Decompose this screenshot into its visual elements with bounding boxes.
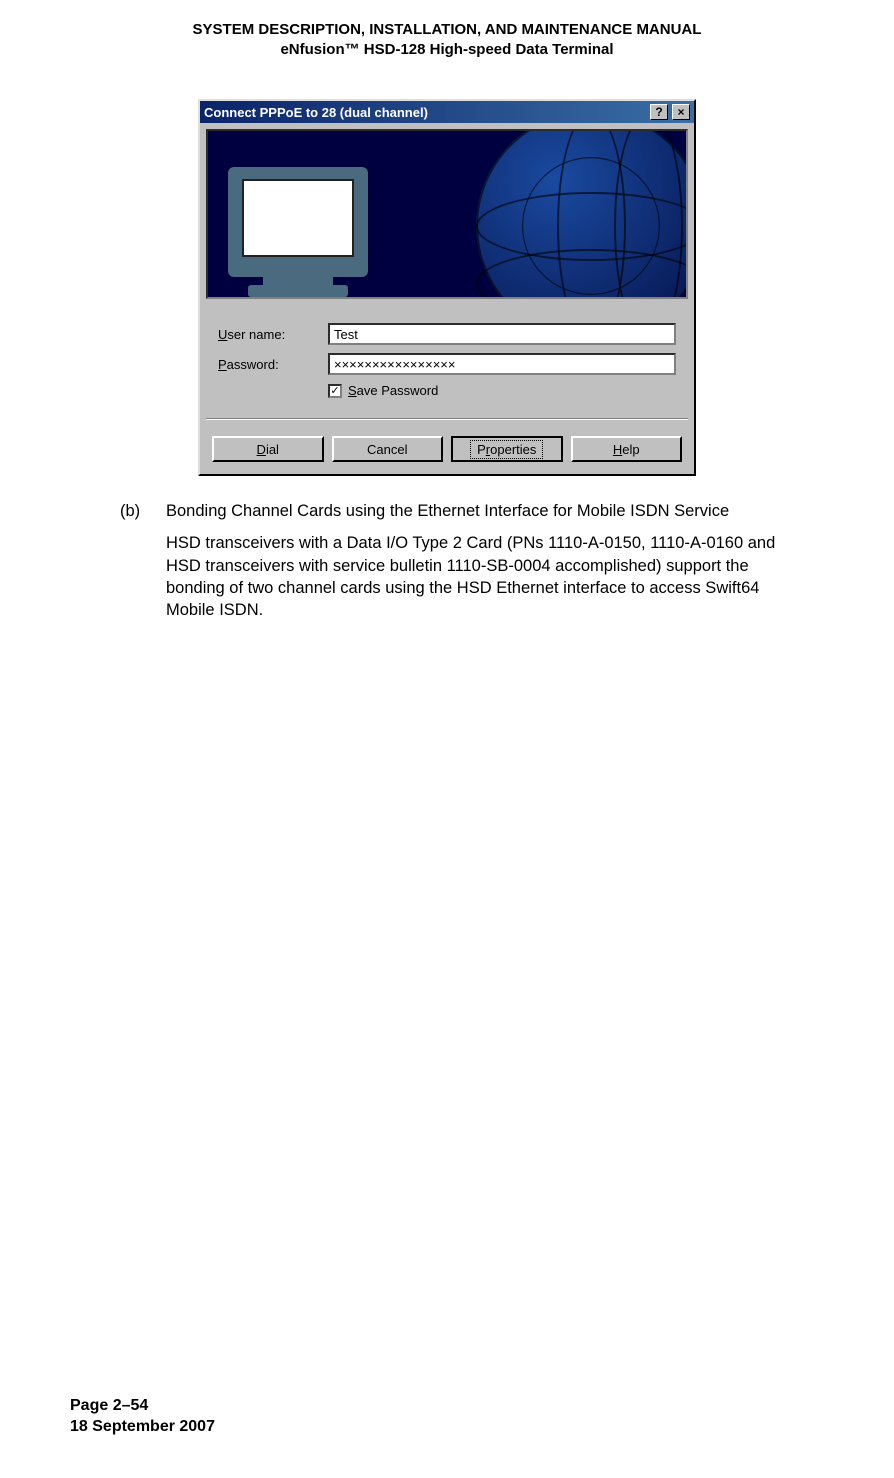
body-text: (b) Bonding Channel Cards using the Ethe… bbox=[120, 500, 799, 631]
dialog-form: User name: Password: ✓ Save Password bbox=[200, 309, 694, 408]
globe-icon bbox=[476, 129, 688, 299]
dialog-titlebar: Connect PPPoE to 28 (dual channel) ? × bbox=[200, 101, 694, 123]
monitor-icon bbox=[218, 147, 388, 297]
close-icon[interactable]: × bbox=[672, 104, 690, 120]
dialog-title: Connect PPPoE to 28 (dual channel) bbox=[204, 105, 646, 120]
help-button[interactable]: Help bbox=[571, 436, 683, 462]
page-footer: Page 2–54 18 September 2007 bbox=[70, 1396, 215, 1438]
section-title: Bonding Channel Cards using the Ethernet… bbox=[166, 500, 799, 522]
dial-button[interactable]: Dial bbox=[212, 436, 324, 462]
save-password-checkbox[interactable]: ✓ bbox=[328, 384, 342, 398]
password-label: Password: bbox=[218, 357, 318, 372]
cancel-button[interactable]: Cancel bbox=[332, 436, 444, 462]
document-header: SYSTEM DESCRIPTION, INSTALLATION, AND MA… bbox=[70, 20, 824, 59]
save-password-label: Save Password bbox=[348, 383, 438, 398]
connect-dialog: Connect PPPoE to 28 (dual channel) ? × U… bbox=[198, 99, 696, 476]
section-label: (b) bbox=[120, 500, 148, 631]
dialog-divider bbox=[206, 418, 688, 420]
dialog-hero-image bbox=[206, 129, 688, 299]
properties-button[interactable]: Properties bbox=[451, 436, 563, 462]
header-line1: SYSTEM DESCRIPTION, INSTALLATION, AND MA… bbox=[70, 20, 824, 40]
footer-page: Page 2–54 bbox=[70, 1396, 215, 1417]
dialog-button-row: Dial Cancel Properties Help bbox=[200, 430, 694, 474]
help-icon[interactable]: ? bbox=[650, 104, 668, 120]
footer-date: 18 September 2007 bbox=[70, 1417, 215, 1438]
dialog-figure: Connect PPPoE to 28 (dual channel) ? × U… bbox=[70, 99, 824, 476]
section-paragraph: HSD transceivers with a Data I/O Type 2 … bbox=[166, 532, 799, 621]
username-label: User name: bbox=[218, 327, 318, 342]
password-input[interactable] bbox=[328, 353, 676, 375]
header-line2: eNfusion™ HSD-128 High-speed Data Termin… bbox=[70, 40, 824, 60]
username-input[interactable] bbox=[328, 323, 676, 345]
